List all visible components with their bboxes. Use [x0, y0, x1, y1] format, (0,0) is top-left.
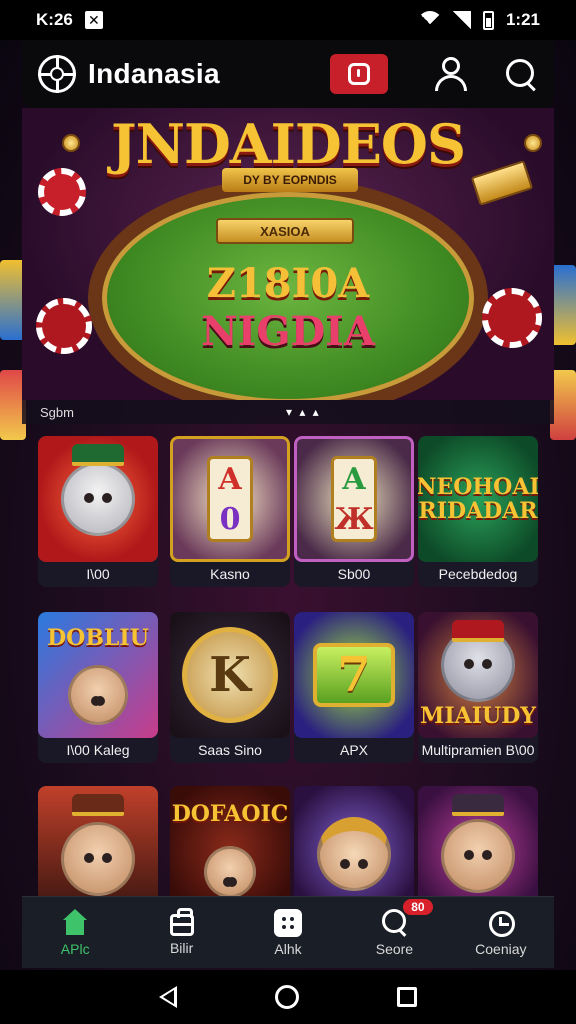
status-left-text: K:26 [36, 10, 73, 29]
host-character-icon [61, 822, 135, 896]
battery-icon [482, 10, 494, 30]
game-title: Pecebdedog [438, 566, 518, 582]
carousel-indicator[interactable]: ▾ ▴ ▴ [286, 405, 321, 419]
clock-icon [487, 909, 515, 937]
game-art-text: NEOHOAI RIDADAR [418, 474, 538, 524]
game-thumbnail [418, 786, 538, 896]
game-thumbnail: DOBLIU [38, 612, 158, 738]
game-card[interactable]: I\00 [38, 436, 158, 587]
hero-headline-2: NIGDIA [201, 308, 375, 355]
nav-label: Coeniay [475, 940, 527, 957]
dealer-character-icon [204, 846, 256, 896]
hat-icon [452, 794, 504, 816]
nav-label: Alhk [274, 940, 302, 957]
slot-reel-icon: A 0 [207, 456, 253, 542]
singer-character-icon [317, 817, 391, 891]
game-thumbnail: DOFAOIC [170, 786, 290, 896]
notification-icon: ✕ [84, 11, 103, 29]
game-card[interactable]: K Saas Sino [170, 612, 290, 763]
games-grid: I\00 A 0 Kasno A Ж Sb00 NEOHOAI RIDADAR … [34, 430, 542, 896]
section-header: Sgbm ▾ ▴ ▴ [22, 400, 554, 424]
goggles-character-icon [441, 819, 515, 893]
search-button[interactable] [504, 57, 538, 91]
system-navigation-bar [0, 970, 576, 1024]
game-thumbnail: A Ж [294, 436, 414, 562]
crown-icon [72, 444, 124, 466]
game-art-text: DOFAOIC [171, 801, 289, 827]
game-title: Sb00 [337, 566, 371, 582]
search-icon [380, 908, 408, 937]
game-card[interactable]: A 0 Kasno [170, 436, 290, 587]
nav-item-grid[interactable]: Alhk [235, 897, 341, 968]
game-thumbnail: NEOHOAI RIDADAR [418, 436, 538, 562]
bottom-navigation: APlc Bilir Alhk Seore 80 Coeniay [22, 896, 554, 968]
game-card[interactable]: NEOHOAI RIDADAR Pecebdedog [418, 436, 538, 587]
game-card[interactable]: MIAIUDY Multipramien B\00 [418, 612, 538, 763]
game-title: Kasno [210, 566, 250, 582]
rewards-button[interactable] [330, 54, 388, 94]
game-card[interactable]: 7 APX [294, 612, 414, 763]
wheel-icon: K [182, 627, 278, 723]
nav-label: Bilir [169, 939, 194, 956]
game-title: Saas Sino [198, 742, 262, 758]
game-card[interactable]: DOBLIU I\00 Kaleg [38, 612, 158, 763]
cat-character-icon [61, 462, 135, 536]
nav-item-home[interactable]: APlc [22, 897, 128, 968]
app-logo-icon[interactable] [38, 55, 76, 93]
game-card[interactable]: DOFAOIC [170, 786, 290, 896]
app-header: Indanasia [22, 40, 554, 108]
timer-icon [348, 63, 370, 85]
status-bar: K:26 ✕ 1:21 [0, 0, 576, 40]
game-card[interactable] [294, 786, 414, 896]
nav-item-search[interactable]: Seore 80 [341, 897, 447, 968]
game-title: Multipramien B\00 [421, 742, 535, 758]
hero-subtitle: DY BY EOPNDIS [222, 168, 358, 192]
hero-plaque: XASIOA [216, 218, 354, 244]
game-art-text: DOBLIU [47, 625, 149, 651]
game-thumbnail: K [170, 612, 290, 738]
wifi-icon [418, 11, 441, 29]
game-thumbnail [294, 786, 414, 896]
app-title: Indanasia [88, 58, 220, 89]
game-thumbnail: MIAIUDY [418, 612, 538, 738]
hero-title: JNDAIDEOS [111, 112, 466, 176]
profile-button[interactable] [434, 57, 468, 91]
game-card[interactable] [418, 786, 538, 896]
status-left: K:26 ✕ [36, 10, 103, 30]
nav-label: Seore [375, 940, 414, 957]
section-label: Sgbm [40, 404, 74, 420]
hero-headline-1: Z18I0A [206, 260, 370, 307]
game-title: APX [339, 742, 368, 758]
hat-icon [72, 794, 124, 816]
signal-icon [452, 11, 471, 29]
hero-banner[interactable]: JNDAIDEOS DY BY EOPNDIS XASIOA Z18I0A NI… [22, 108, 554, 400]
notification-badge: 80 [403, 899, 433, 915]
bag-icon [169, 907, 194, 936]
player-character-icon [68, 665, 128, 725]
game-art-text: MIAIUDY [420, 703, 536, 729]
game-thumbnail: 7 [294, 612, 414, 738]
user-icon [442, 57, 460, 75]
home-icon [61, 908, 89, 937]
nav-item-history[interactable]: Coeniay [448, 897, 554, 968]
game-thumbnail [38, 786, 158, 896]
recent-apps-icon[interactable] [397, 987, 417, 1007]
game-title: I\00 Kaleg [66, 742, 130, 758]
game-thumbnail [38, 436, 158, 562]
slot-reel-icon: A Ж [331, 456, 377, 542]
lucky-seven-icon: 7 [313, 643, 395, 707]
back-icon[interactable] [159, 986, 177, 1008]
grid-icon [274, 908, 303, 937]
game-title: I\00 [86, 566, 110, 582]
game-card[interactable] [38, 786, 158, 896]
nav-label: APlc [60, 940, 90, 957]
status-time: 1:21 [505, 10, 540, 29]
status-right: 1:21 [418, 10, 540, 30]
home-circle-icon[interactable] [275, 985, 299, 1009]
game-card[interactable]: A Ж Sb00 [294, 436, 414, 587]
hat-icon [452, 620, 504, 642]
game-thumbnail: A 0 [170, 436, 290, 562]
nav-item-bag[interactable]: Bilir [128, 897, 234, 968]
